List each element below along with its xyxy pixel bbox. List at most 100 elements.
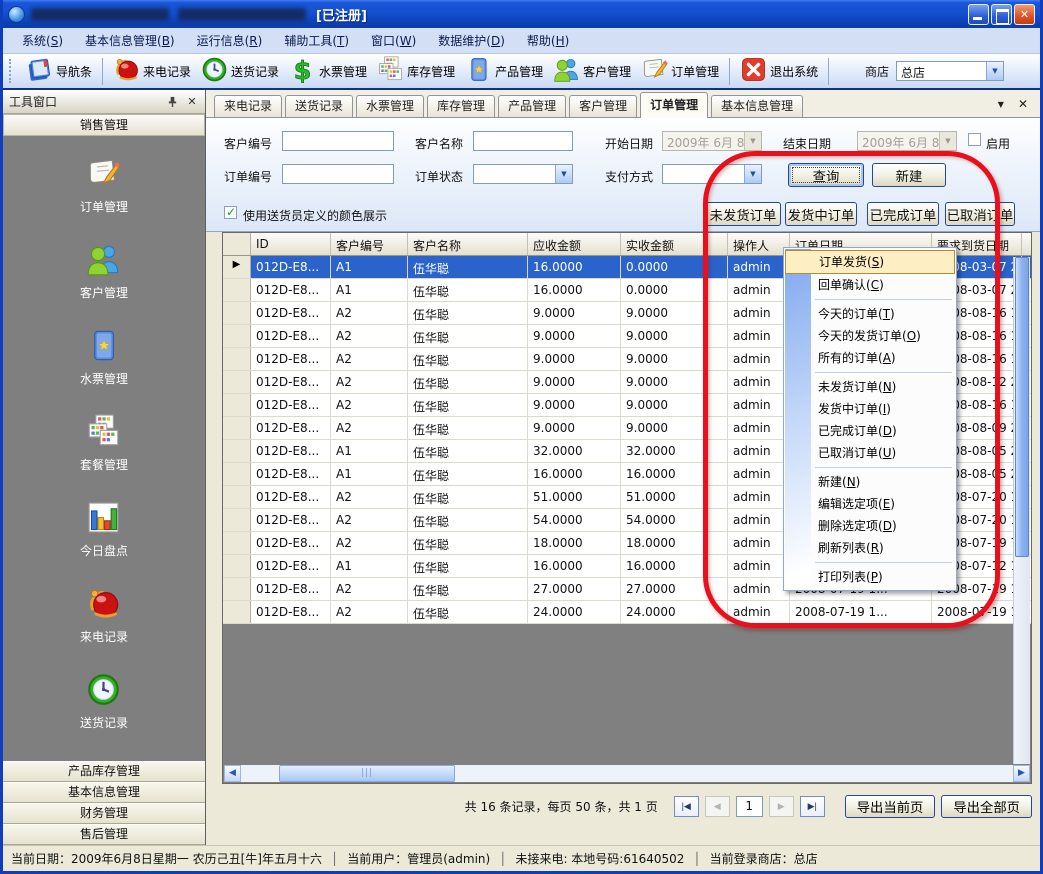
column-header[interactable]: 操作人 (728, 233, 790, 255)
context-menu-item[interactable]: 新建(N) (784, 471, 956, 493)
first-page-button[interactable]: |◀ (674, 796, 699, 817)
row-selector-cell[interactable] (223, 463, 251, 485)
sidebar-item-alarm-bell[interactable]: 来电记录 (80, 586, 128, 645)
start-date-picker[interactable]: 2009年 6月 8日 ▼ (662, 131, 762, 151)
prev-page-button[interactable]: ◀ (705, 796, 730, 817)
context-menu-item[interactable]: 订单发货(S) (785, 250, 955, 274)
export-all-pages-button[interactable]: 导出全部页 (941, 795, 1032, 818)
enable-checkbox[interactable] (968, 133, 981, 146)
toolbar-button-exit-x[interactable]: 退出系统 (735, 56, 823, 86)
toolbar-button-order-pen[interactable]: 订单管理 (636, 56, 724, 86)
row-selector-cell[interactable] (223, 371, 251, 393)
toolbar-button-navigator-book[interactable]: 导航条 (21, 56, 97, 86)
new-button[interactable]: 新建 (872, 163, 946, 187)
context-menu-item[interactable]: 今天的发货订单(O) (784, 325, 956, 347)
sidebar-item-order-pen[interactable]: 订单管理 (80, 156, 128, 215)
menubar-item[interactable]: 运行信息(R) (186, 28, 274, 53)
column-header[interactable]: 应收金额 (528, 233, 621, 255)
tab-来电记录[interactable]: 来电记录 (214, 95, 282, 117)
minimize-button[interactable] (968, 4, 989, 25)
horizontal-scrollbar-thumb[interactable]: ||| (279, 765, 455, 782)
menubar-item[interactable]: 辅助工具(T) (273, 28, 360, 53)
scroll-right-icon[interactable]: ▶ (1013, 765, 1030, 782)
context-menu-item[interactable]: 已完成订单(D) (784, 420, 956, 442)
pay-method-select[interactable]: ▼ (662, 164, 762, 184)
query-button[interactable]: 查询 (788, 163, 864, 187)
tab-水票管理[interactable]: 水票管理 (356, 95, 424, 117)
customer-name-input[interactable] (473, 131, 573, 151)
status-filter-button[interactable]: 发货中订单 (785, 202, 857, 226)
pin-icon[interactable] (165, 95, 179, 109)
menubar-item[interactable]: 帮助(H) (516, 28, 580, 53)
toolbar-button-alarm-bell[interactable]: 来电记录 (108, 56, 196, 86)
sidebar-item-card-star[interactable]: 水票管理 (80, 328, 128, 387)
sidebar-group-button[interactable]: 售后管理 (3, 824, 205, 845)
context-menu-item[interactable]: 发货中订单(I) (784, 398, 956, 420)
tab-客户管理[interactable]: 客户管理 (569, 95, 637, 117)
menubar-item[interactable]: 基本信息管理(B) (74, 28, 186, 53)
close-button[interactable]: ✕ (1014, 4, 1035, 25)
order-status-select[interactable]: ▼ (473, 164, 573, 184)
horizontal-scrollbar[interactable]: ◀ ||| ▶ (224, 765, 1030, 782)
toolbar-button-clock[interactable]: 送货记录 (196, 56, 284, 86)
tab-订单管理[interactable]: 订单管理 (640, 92, 708, 118)
context-menu-item[interactable]: 编辑选定项(E) (784, 493, 956, 515)
column-header[interactable]: ID (251, 233, 331, 255)
toolwindow-close-icon[interactable]: ✕ (185, 95, 199, 109)
context-menu-item[interactable]: 已取消订单(U) (784, 442, 956, 464)
sidebar-item-calendar-grid[interactable]: 套餐管理 (80, 414, 128, 473)
column-header[interactable]: 客户编号 (331, 233, 408, 255)
row-selector-cell[interactable] (223, 348, 251, 370)
row-selector-cell[interactable] (223, 394, 251, 416)
row-selector-cell[interactable] (223, 601, 251, 623)
menubar-item[interactable]: 窗口(W) (360, 28, 427, 53)
row-selector-cell[interactable] (223, 532, 251, 554)
sidebar-group-button[interactable]: 基本信息管理 (3, 782, 205, 803)
next-page-button[interactable]: ▶ (769, 796, 794, 817)
column-header[interactable]: 客户名称 (408, 233, 528, 255)
sidebar-group-button[interactable]: 产品库存管理 (3, 761, 205, 782)
tab-list-dropdown-icon[interactable]: ▼ (998, 100, 1004, 109)
tab-库存管理[interactable]: 库存管理 (427, 95, 495, 117)
row-selector-cell[interactable] (223, 486, 251, 508)
context-menu-item[interactable]: 刷新列表(R) (784, 537, 956, 559)
context-menu-item[interactable]: 今天的订单(T) (784, 303, 956, 325)
toolbar-button-people[interactable]: 客户管理 (548, 56, 636, 86)
export-current-page-button[interactable]: 导出当前页 (845, 795, 936, 818)
maximize-button[interactable] (991, 4, 1012, 25)
row-selector-cell[interactable] (223, 279, 251, 301)
sidebar-group-button[interactable]: 财务管理 (3, 803, 205, 824)
row-selector-cell[interactable] (223, 417, 251, 439)
toolbar-button-dollar[interactable]: $水票管理 (284, 56, 372, 86)
column-header[interactable]: 实收金额 (621, 233, 728, 255)
row-selector-cell[interactable] (223, 555, 251, 577)
status-filter-button[interactable]: 已取消订单 (945, 202, 1015, 226)
table-row[interactable]: 012D-E8...A2伍华聪24.000024.0000admin2008-0… (223, 601, 1031, 624)
toolbar-button-calendar-grid[interactable]: 库存管理 (372, 56, 460, 86)
context-menu-item[interactable]: 未发货订单(N) (784, 376, 956, 398)
menubar-item[interactable]: 数据维护(D) (427, 28, 516, 53)
tab-基本信息管理[interactable]: 基本信息管理 (711, 95, 803, 117)
tab-产品管理[interactable]: 产品管理 (498, 95, 566, 117)
sidebar-item-bar-chart[interactable]: 今日盘点 (80, 500, 128, 559)
shop-select[interactable]: 总店▼ (896, 61, 1004, 81)
tab-close-icon[interactable]: ✕ (1018, 97, 1028, 111)
row-selector-cell[interactable] (223, 325, 251, 347)
context-menu-item[interactable]: 回单确认(C) (784, 274, 956, 296)
status-filter-button[interactable]: 已完成订单 (867, 202, 939, 226)
row-selector-cell[interactable] (223, 578, 251, 600)
sidebar-item-people[interactable]: 客户管理 (80, 242, 128, 301)
vertical-scrollbar-thumb[interactable] (1015, 257, 1029, 557)
tab-送货记录[interactable]: 送货记录 (285, 95, 353, 117)
toolbar-button-card-star[interactable]: 产品管理 (460, 56, 548, 86)
page-number-input[interactable]: 1 (736, 796, 763, 817)
vertical-scrollbar[interactable] (1013, 257, 1030, 764)
context-menu-item[interactable]: 所有的订单(A) (784, 347, 956, 369)
status-filter-button[interactable]: 未发货订单 (705, 202, 781, 226)
sidebar-item-clock[interactable]: 送货记录 (80, 672, 128, 731)
courier-color-checkbox[interactable] (224, 206, 237, 219)
row-selector-cell[interactable] (223, 302, 251, 324)
last-page-button[interactable]: ▶| (800, 796, 825, 817)
menubar-item[interactable]: 系统(S) (11, 28, 74, 53)
context-menu-item[interactable]: 删除选定项(D) (784, 515, 956, 537)
